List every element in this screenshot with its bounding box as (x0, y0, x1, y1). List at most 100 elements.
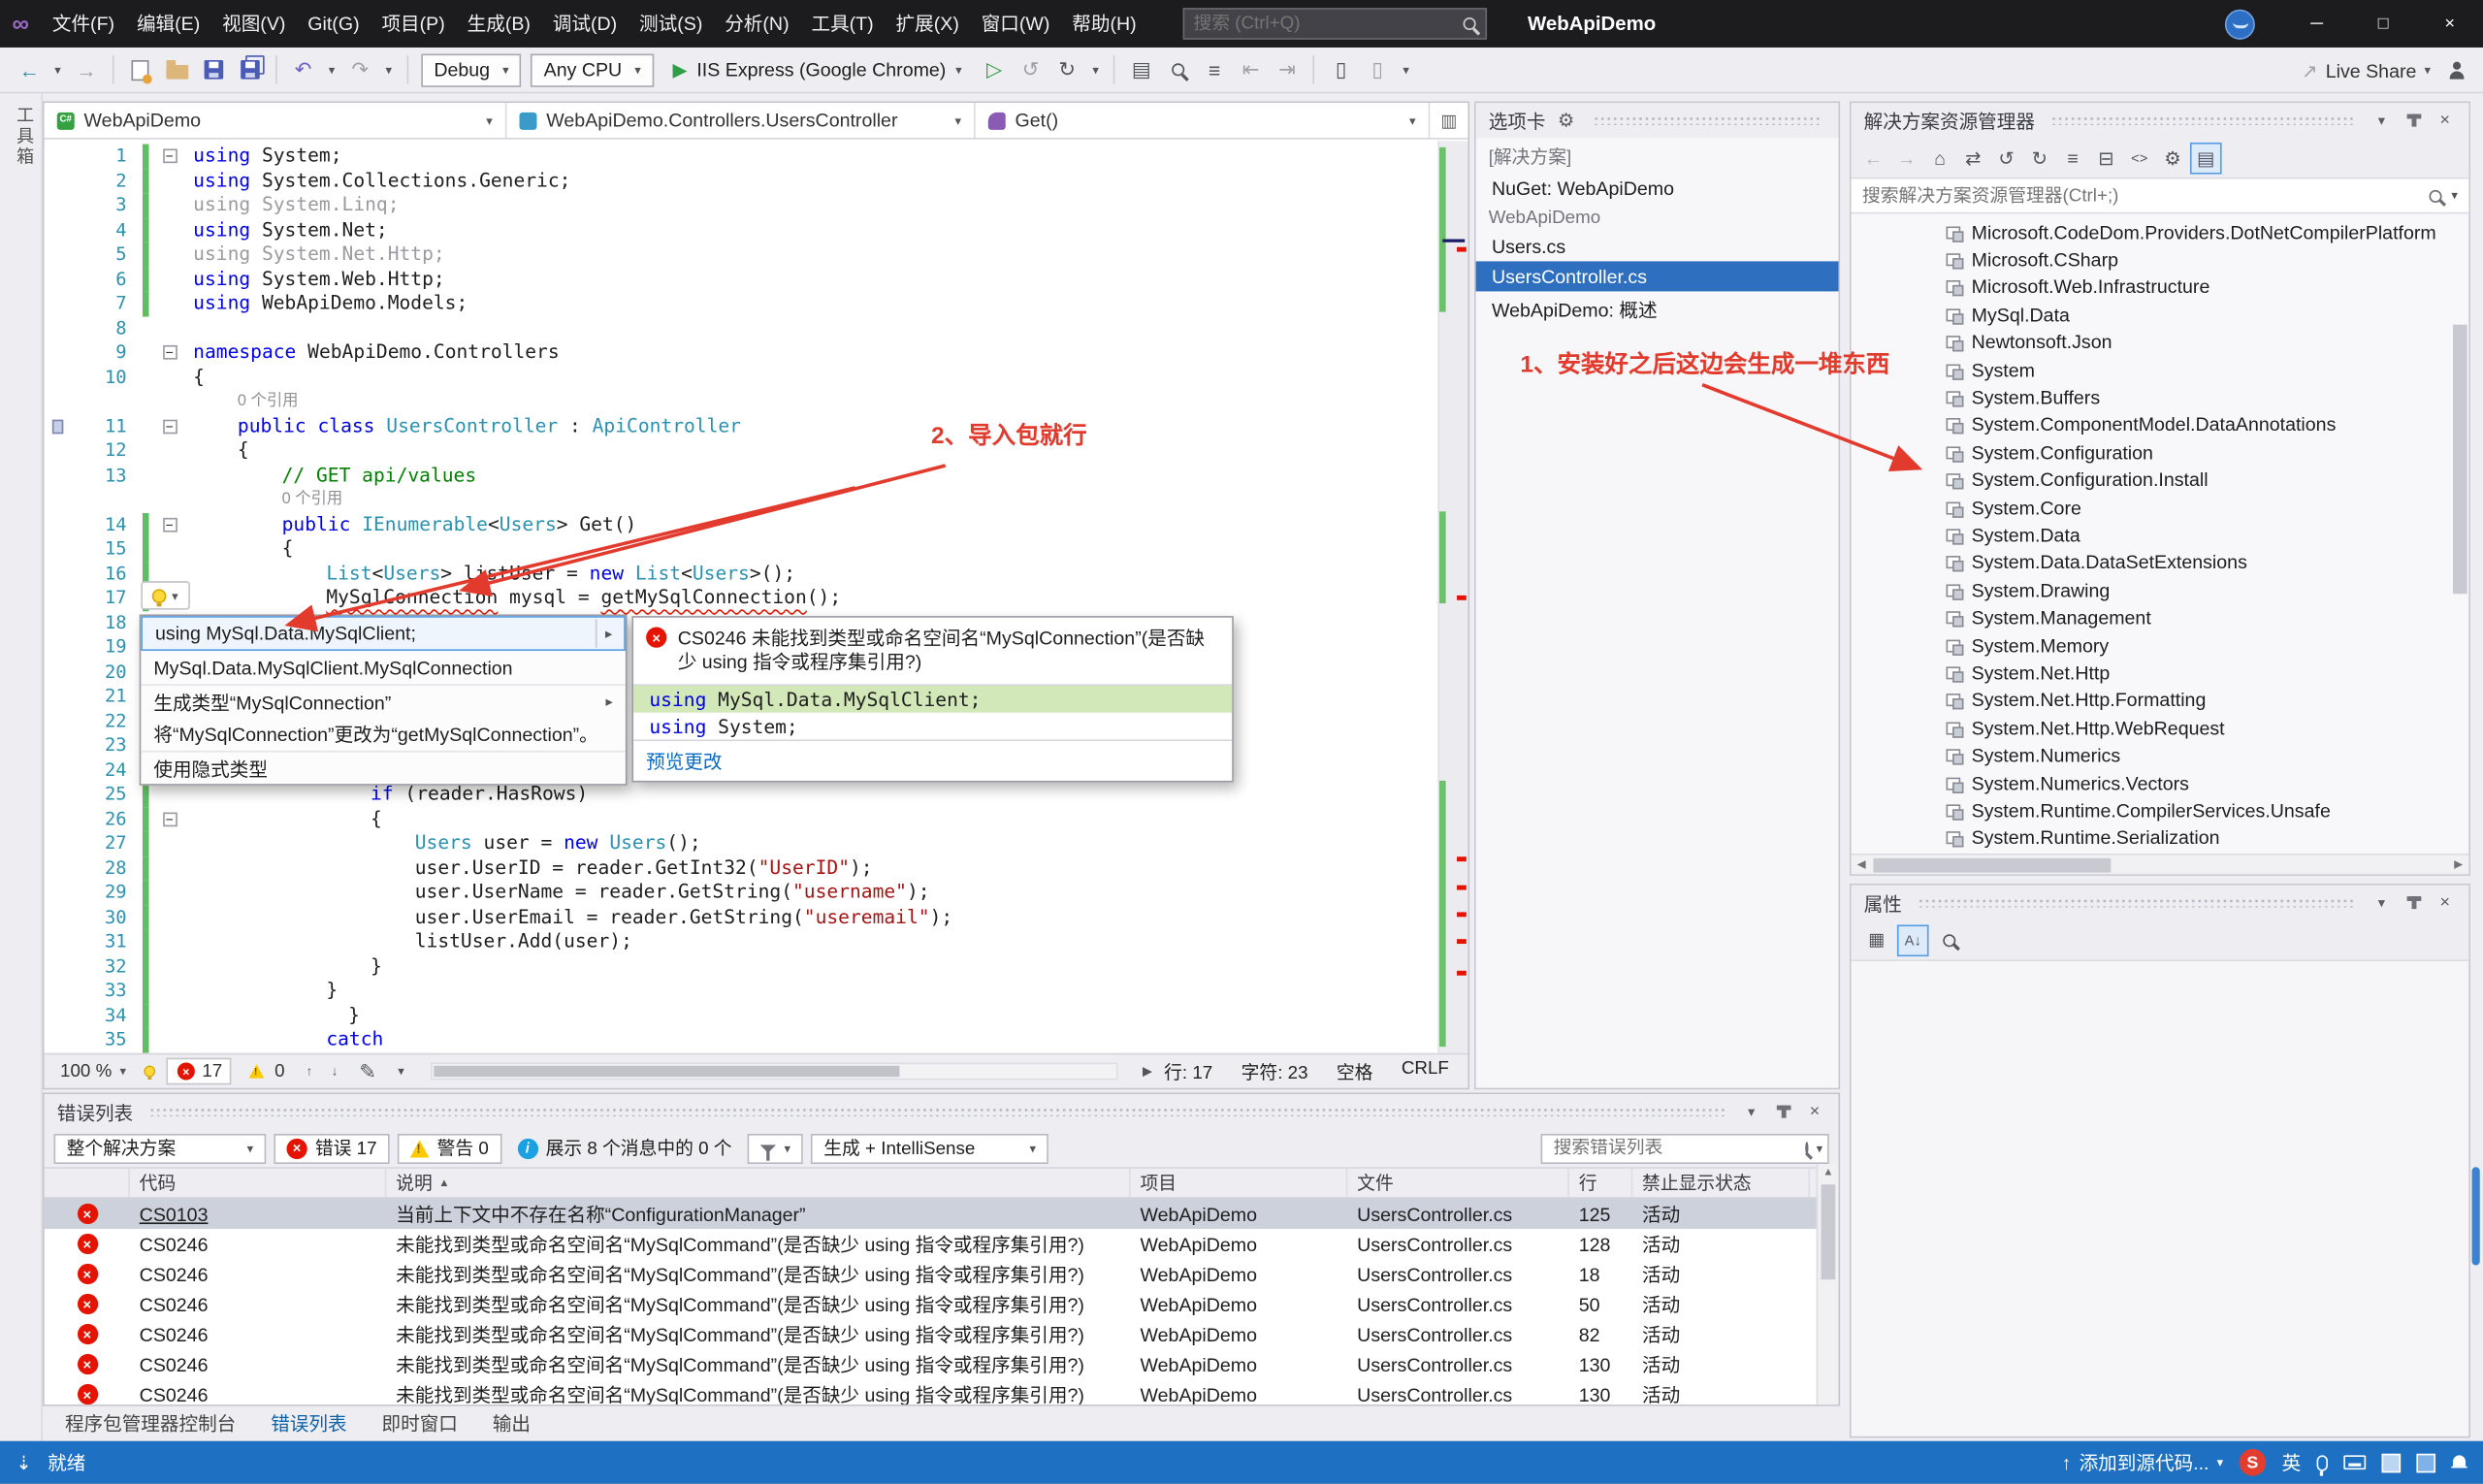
quick-launch-search[interactable] (1182, 8, 1487, 40)
code-line[interactable]: 3 using System.Linq; (45, 193, 1438, 218)
fold-marker[interactable]: − (158, 414, 180, 438)
error-search-box[interactable]: ▾ (1540, 1133, 1829, 1164)
tree-item-reference[interactable]: System.Management (1852, 604, 2469, 631)
code-editor[interactable]: 1− using System; 2 using System.Collections… (44, 141, 1438, 1053)
menu-item[interactable]: 窗口(W) (970, 0, 1061, 48)
navigate-forward-icon[interactable]: → (70, 52, 103, 87)
fold-marker[interactable]: − (158, 145, 180, 169)
panel-drag-handle[interactable] (1918, 897, 2355, 908)
new-project-icon[interactable] (123, 52, 156, 87)
menu-item[interactable]: 工具(T) (800, 0, 885, 48)
line-indicator[interactable]: 行: 17 (1164, 1058, 1212, 1083)
bottom-tab[interactable]: 输出 (477, 1406, 547, 1441)
tab-item[interactable]: NuGet: WebApiDemo (1476, 173, 1839, 203)
breadcrumb-project-dropdown[interactable]: WebApiDemo ▾ (45, 103, 507, 139)
undo-dropdown-icon[interactable]: ▾ (323, 52, 340, 87)
tree-item-reference[interactable]: MySql.Data (1852, 301, 2469, 328)
start-debugging-button[interactable]: ▶ IIS Express (Google Chrome) ▾ (660, 52, 974, 87)
code-lens-row[interactable]: 0 个引用 (45, 390, 1438, 414)
submenu-arrow-icon[interactable]: ▸ (605, 693, 612, 710)
menu-item[interactable]: 扩展(X) (885, 0, 970, 48)
restart-dropdown-icon[interactable]: ▾ (1087, 52, 1105, 87)
error-count-badge[interactable]: 17 (165, 1057, 233, 1085)
scope-dropdown[interactable]: 整个解决方案 ▾ (53, 1133, 267, 1164)
quickfix-item[interactable]: 使用隐式类型 (141, 750, 626, 784)
navigate-list-icon[interactable]: ≡ (1198, 52, 1231, 87)
code-cleanup-icon[interactable]: ✎ (351, 1054, 384, 1089)
tree-item-reference[interactable]: Newtonsoft.Json (1852, 329, 2469, 356)
back-icon[interactable]: ← (1857, 142, 1889, 174)
scroll-right-icon[interactable]: ▶ (2448, 858, 2468, 871)
editor-columns-icon[interactable]: ▥ (1430, 103, 1467, 138)
save-all-icon[interactable] (233, 52, 266, 87)
menu-item[interactable]: 调试(D) (541, 0, 628, 48)
feedback-icon[interactable] (2446, 60, 2467, 81)
menu-item[interactable]: 分析(N) (714, 0, 800, 48)
preview-changes-link[interactable]: 预览更改 (646, 751, 722, 773)
tree-item-reference[interactable]: Microsoft.CodeDom.Providers.DotNetCompil… (1852, 218, 2469, 245)
menu-item[interactable]: 测试(S) (629, 0, 714, 48)
error-column-header[interactable]: 文件 (1347, 1168, 1569, 1198)
tab-item[interactable]: WebApiDemo: 概述 (1476, 291, 1839, 326)
code-line[interactable]: 1 − using System; (45, 144, 1438, 169)
breadcrumb-type-dropdown[interactable]: WebApiDemo.Controllers.UsersController ▾ (506, 103, 976, 139)
eol-indicator[interactable]: CRLF (1402, 1058, 1449, 1083)
error-row[interactable]: CS0246 未能找到类型或命名空间名“MySqlCommand”(是否缺少 us… (45, 1379, 1839, 1405)
navigate-back-icon[interactable]: ← (13, 52, 46, 87)
open-file-icon[interactable] (160, 52, 193, 87)
preview-selected-items-icon[interactable]: ▤ (2189, 142, 2222, 174)
editor-horizontal-scrollbar[interactable] (430, 1062, 1118, 1081)
sogou-ime-icon[interactable]: S (2239, 1448, 2267, 1476)
notifications-bell-icon[interactable] (2451, 1454, 2467, 1470)
next-issue-icon[interactable]: ↓ (326, 1054, 343, 1089)
code-line[interactable]: 30 user.UserEmail = reader.GetString("use… (45, 905, 1438, 930)
keyboard-icon[interactable] (2343, 1455, 2367, 1470)
code-line[interactable]: 13 // GET api/values (45, 464, 1438, 488)
error-column-header[interactable]: 禁止显示状态 (1632, 1168, 1811, 1198)
save-icon[interactable] (196, 52, 229, 87)
alphabetical-sort-icon[interactable]: A↓ (1896, 923, 1929, 956)
close-icon[interactable]: × (1804, 1102, 1826, 1121)
tree-scrollbar-thumb[interactable] (2452, 324, 2467, 595)
code-lens-row[interactable]: 0 个引用 (45, 488, 1438, 512)
close-icon[interactable]: × (2434, 893, 2456, 913)
switch-views-icon[interactable]: ⇄ (1957, 142, 1989, 174)
code-cleanup-dropdown-icon[interactable]: ▾ (393, 1054, 410, 1089)
tree-item-reference[interactable]: System (1852, 356, 2469, 383)
health-indicator-icon[interactable] (141, 1054, 158, 1089)
code-line[interactable]: 8 (45, 316, 1438, 340)
code-line[interactable]: 10 { (45, 365, 1438, 389)
start-without-debugging-icon[interactable]: ▷ (978, 52, 1011, 87)
tree-item-reference[interactable]: System.Runtime.CompilerServices.Unsafe (1852, 797, 2469, 824)
filter-button[interactable]: ▾ (747, 1133, 804, 1164)
errors-toggle[interactable]: 错误 17 (274, 1133, 390, 1164)
error-search-input[interactable] (1553, 1138, 1798, 1158)
code-line[interactable]: 6 using System.Web.Http; (45, 267, 1438, 292)
tree-item-reference[interactable]: System.Data (1852, 522, 2469, 549)
tree-item-reference[interactable]: Microsoft.Web.Infrastructure (1852, 274, 2469, 301)
categorized-icon[interactable]: ▦ (1860, 924, 1892, 956)
minimize-button[interactable]: ─ (2283, 0, 2350, 48)
menu-item[interactable]: 帮助(H) (1061, 0, 1147, 48)
error-row[interactable]: CS0246 未能找到类型或命名空间名“MySqlCommand”(是否缺少 us… (45, 1349, 1839, 1379)
breadcrumb-member-dropdown[interactable]: Get() ▾ (976, 103, 1431, 139)
code-line[interactable]: 27 Users user = new Users(); (45, 831, 1438, 856)
properties-icon[interactable]: ⚙ (2157, 142, 2189, 174)
error-row[interactable]: CS0246 未能找到类型或命名空间名“MySqlCommand”(是否缺少 us… (45, 1229, 1839, 1259)
chevron-down-icon[interactable]: ▾ (2370, 894, 2393, 912)
tree-item-reference[interactable]: System.Numerics.Vectors (1852, 769, 2469, 796)
bottom-tab[interactable]: 错误列表 (255, 1406, 363, 1441)
error-column-header[interactable]: 说明 ▲ (386, 1168, 1131, 1198)
tree-item-reference[interactable]: System.Configuration (1852, 438, 2469, 466)
error-row[interactable]: CS0246 未能找到类型或命名空间名“MySqlCommand”(是否缺少 us… (45, 1289, 1839, 1319)
indent-decrease-icon[interactable]: ⇤ (1234, 52, 1267, 87)
tree-item-reference[interactable]: System.Net.Http.WebRequest (1852, 714, 2469, 741)
indent-increase-icon[interactable]: ⇥ (1271, 52, 1304, 87)
error-column-header[interactable]: 项目 (1131, 1168, 1348, 1198)
code-line[interactable]: 25 if (reader.HasRows) (45, 782, 1438, 807)
scrollbar-thumb[interactable] (1873, 857, 2112, 873)
code-line[interactable]: 14 − public IEnumerable<Users> Get() (45, 512, 1438, 537)
quickfix-item[interactable]: 将“MySqlConnection”更改为“getMySqlConnection… (141, 718, 626, 751)
user-avatar[interactable] (2224, 8, 2255, 39)
quickfix-item[interactable]: using MySql.Data.MySqlClient; ▸ (141, 616, 626, 652)
